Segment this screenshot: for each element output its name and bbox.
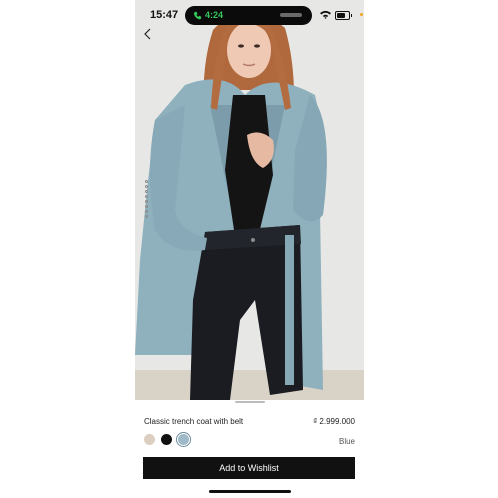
gallery-dot[interactable] [145,210,148,213]
swatch-blue[interactable] [178,434,189,445]
add-to-wishlist-button[interactable]: Add to Wishlist [143,457,355,479]
chevron-left-icon[interactable] [141,27,155,41]
gallery-pagination[interactable] [145,180,151,218]
call-waveform [280,13,302,17]
color-swatches [144,434,189,445]
phone-screen: 15:47 4:24 Classic trench coat with belt… [135,0,364,498]
model-image [135,0,364,400]
home-indicator[interactable] [209,490,291,493]
gallery-dot[interactable] [145,185,148,188]
wifi-icon [320,10,331,19]
sheet-handle[interactable] [235,401,265,403]
selected-color-label: Blue [338,437,355,446]
phone-icon [193,11,202,19]
gallery-dot[interactable] [145,215,148,218]
gallery-dot[interactable] [145,180,148,183]
gallery-dot[interactable] [145,205,148,208]
product-photo[interactable] [135,0,364,400]
swatch-black[interactable] [161,434,172,445]
privacy-indicator [360,13,363,16]
status-bar: 15:47 4:24 [135,0,364,30]
gallery-dot[interactable] [145,195,148,198]
product-price: ₫ 2.999.000 [313,417,355,426]
call-indicator[interactable]: 4:24 [193,10,223,20]
status-time: 15:47 [150,9,179,21]
dynamic-island[interactable]: 4:24 [185,6,312,25]
gallery-dot[interactable] [145,200,148,203]
gallery-dot[interactable] [145,190,148,193]
swatch-beige[interactable] [144,434,155,445]
battery-icon [335,11,352,20]
call-time: 4:24 [205,10,224,20]
product-name: Classic trench coat with belt [144,417,244,426]
